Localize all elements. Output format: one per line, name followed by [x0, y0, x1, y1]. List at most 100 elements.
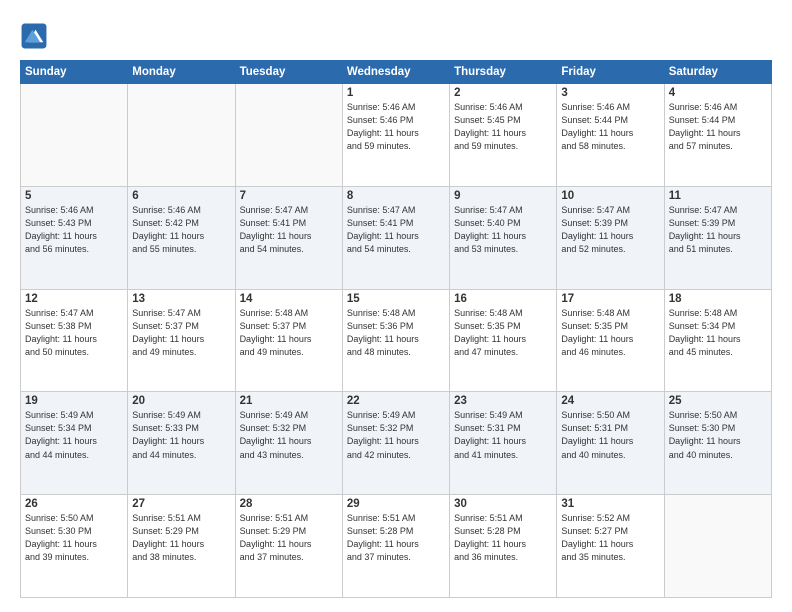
calendar-cell: 14 Sunrise: 5:48 AM Sunset: 5:37 PM Dayli…: [235, 289, 342, 392]
calendar-week-2: 5Sunrise: 5:46 AM Sunset: 5:43 PM Daylig…: [21, 186, 772, 289]
calendar-cell: 27 Sunrise: 5:51 AM Sunset: 5:29 PM Dayli…: [128, 495, 235, 598]
calendar-header-row: SundayMondayTuesdayWednesdayThursdayFrid…: [21, 61, 772, 84]
day-header-monday: Monday: [128, 61, 235, 84]
calendar-cell: 17Sunrise: 5:48 AM Sunset: 5:35 PM Dayli…: [557, 289, 664, 392]
day-info: Sunrise: 5:51 AM Sunset: 5:29 PM Dayligh…: [132, 512, 230, 564]
calendar-cell: [664, 495, 771, 598]
calendar-cell: [235, 84, 342, 187]
calendar-cell: 31 Sunrise: 5:52 AM Sunset: 5:27 PM Dayli…: [557, 495, 664, 598]
day-number: 26: [25, 498, 123, 510]
calendar-cell: 6Sunrise: 5:46 AM Sunset: 5:42 PM Daylig…: [128, 186, 235, 289]
calendar-cell: 30 Sunrise: 5:51 AM Sunset: 5:28 PM Dayli…: [450, 495, 557, 598]
day-header-tuesday: Tuesday: [235, 61, 342, 84]
day-info: Sunrise: 5:49 AM Sunset: 5:33 PM Dayligh…: [132, 409, 230, 461]
day-info: Sunrise: 5:49 AM Sunset: 5:31 PM Dayligh…: [454, 409, 552, 461]
day-number: 13: [132, 293, 230, 305]
day-number: 23: [454, 395, 552, 407]
day-number: 12: [25, 293, 123, 305]
page: SundayMondayTuesdayWednesdayThursdayFrid…: [0, 0, 792, 612]
calendar-cell: 16 Sunrise: 5:48 AM Sunset: 5:35 PM Dayli…: [450, 289, 557, 392]
day-number: 9: [454, 190, 552, 202]
day-info: Sunrise: 5:47 AM Sunset: 5:40 PM Dayligh…: [454, 204, 552, 256]
day-info: Sunrise: 5:47 AM Sunset: 5:41 PM Dayligh…: [347, 204, 445, 256]
day-info: Sunrise: 5:52 AM Sunset: 5:27 PM Dayligh…: [561, 512, 659, 564]
day-info: Sunrise: 5:49 AM Sunset: 5:34 PM Dayligh…: [25, 409, 123, 461]
calendar-table: SundayMondayTuesdayWednesdayThursdayFrid…: [20, 60, 772, 598]
day-number: 7: [240, 190, 338, 202]
calendar-cell: 1Sunrise: 5:46 AM Sunset: 5:46 PM Daylig…: [342, 84, 449, 187]
calendar-cell: 9 Sunrise: 5:47 AM Sunset: 5:40 PM Daylig…: [450, 186, 557, 289]
day-info: Sunrise: 5:47 AM Sunset: 5:37 PM Dayligh…: [132, 307, 230, 359]
day-info: Sunrise: 5:50 AM Sunset: 5:31 PM Dayligh…: [561, 409, 659, 461]
calendar-cell: [128, 84, 235, 187]
calendar-cell: 10 Sunrise: 5:47 AM Sunset: 5:39 PM Dayli…: [557, 186, 664, 289]
day-number: 20: [132, 395, 230, 407]
day-number: 15: [347, 293, 445, 305]
logo-icon: [20, 22, 48, 50]
day-number: 22: [347, 395, 445, 407]
day-number: 16: [454, 293, 552, 305]
calendar-cell: [21, 84, 128, 187]
day-info: Sunrise: 5:48 AM Sunset: 5:37 PM Dayligh…: [240, 307, 338, 359]
day-info: Sunrise: 5:46 AM Sunset: 5:42 PM Dayligh…: [132, 204, 230, 256]
day-info: Sunrise: 5:50 AM Sunset: 5:30 PM Dayligh…: [669, 409, 767, 461]
day-number: 30: [454, 498, 552, 510]
day-info: Sunrise: 5:51 AM Sunset: 5:28 PM Dayligh…: [454, 512, 552, 564]
header: [20, 18, 772, 50]
day-info: Sunrise: 5:46 AM Sunset: 5:44 PM Dayligh…: [561, 101, 659, 153]
day-number: 19: [25, 395, 123, 407]
day-info: Sunrise: 5:46 AM Sunset: 5:44 PM Dayligh…: [669, 101, 767, 153]
calendar-cell: 13 Sunrise: 5:47 AM Sunset: 5:37 PM Dayli…: [128, 289, 235, 392]
day-number: 11: [669, 190, 767, 202]
day-number: 24: [561, 395, 659, 407]
day-number: 21: [240, 395, 338, 407]
calendar-cell: 18Sunrise: 5:48 AM Sunset: 5:34 PM Dayli…: [664, 289, 771, 392]
day-info: Sunrise: 5:46 AM Sunset: 5:45 PM Dayligh…: [454, 101, 552, 153]
day-info: Sunrise: 5:51 AM Sunset: 5:29 PM Dayligh…: [240, 512, 338, 564]
calendar-cell: 20 Sunrise: 5:49 AM Sunset: 5:33 PM Dayli…: [128, 392, 235, 495]
calendar-week-1: 1Sunrise: 5:46 AM Sunset: 5:46 PM Daylig…: [21, 84, 772, 187]
day-header-thursday: Thursday: [450, 61, 557, 84]
calendar-cell: 28 Sunrise: 5:51 AM Sunset: 5:29 PM Dayli…: [235, 495, 342, 598]
day-number: 4: [669, 87, 767, 99]
day-header-wednesday: Wednesday: [342, 61, 449, 84]
day-number: 27: [132, 498, 230, 510]
day-info: Sunrise: 5:48 AM Sunset: 5:35 PM Dayligh…: [454, 307, 552, 359]
calendar-cell: 23 Sunrise: 5:49 AM Sunset: 5:31 PM Dayli…: [450, 392, 557, 495]
day-number: 29: [347, 498, 445, 510]
day-number: 8: [347, 190, 445, 202]
calendar-cell: 26 Sunrise: 5:50 AM Sunset: 5:30 PM Dayli…: [21, 495, 128, 598]
calendar-cell: 4 Sunrise: 5:46 AM Sunset: 5:44 PM Daylig…: [664, 84, 771, 187]
calendar-cell: 12 Sunrise: 5:47 AM Sunset: 5:38 PM Dayli…: [21, 289, 128, 392]
day-number: 14: [240, 293, 338, 305]
calendar-cell: 5Sunrise: 5:46 AM Sunset: 5:43 PM Daylig…: [21, 186, 128, 289]
day-info: Sunrise: 5:49 AM Sunset: 5:32 PM Dayligh…: [347, 409, 445, 461]
day-header-saturday: Saturday: [664, 61, 771, 84]
day-info: Sunrise: 5:47 AM Sunset: 5:39 PM Dayligh…: [669, 204, 767, 256]
calendar-cell: 8 Sunrise: 5:47 AM Sunset: 5:41 PM Daylig…: [342, 186, 449, 289]
day-info: Sunrise: 5:47 AM Sunset: 5:38 PM Dayligh…: [25, 307, 123, 359]
calendar-cell: 19 Sunrise: 5:49 AM Sunset: 5:34 PM Dayli…: [21, 392, 128, 495]
calendar-cell: 7 Sunrise: 5:47 AM Sunset: 5:41 PM Daylig…: [235, 186, 342, 289]
day-info: Sunrise: 5:51 AM Sunset: 5:28 PM Dayligh…: [347, 512, 445, 564]
day-info: Sunrise: 5:50 AM Sunset: 5:30 PM Dayligh…: [25, 512, 123, 564]
day-info: Sunrise: 5:49 AM Sunset: 5:32 PM Dayligh…: [240, 409, 338, 461]
calendar-week-3: 12 Sunrise: 5:47 AM Sunset: 5:38 PM Dayli…: [21, 289, 772, 392]
day-number: 10: [561, 190, 659, 202]
day-info: Sunrise: 5:48 AM Sunset: 5:34 PM Dayligh…: [669, 307, 767, 359]
logo: [20, 22, 52, 50]
calendar-cell: 11 Sunrise: 5:47 AM Sunset: 5:39 PM Dayli…: [664, 186, 771, 289]
day-number: 1: [347, 87, 445, 99]
day-number: 2: [454, 87, 552, 99]
calendar-cell: 21 Sunrise: 5:49 AM Sunset: 5:32 PM Dayli…: [235, 392, 342, 495]
calendar-cell: 22 Sunrise: 5:49 AM Sunset: 5:32 PM Dayli…: [342, 392, 449, 495]
day-number: 28: [240, 498, 338, 510]
day-number: 31: [561, 498, 659, 510]
calendar-cell: 2 Sunrise: 5:46 AM Sunset: 5:45 PM Daylig…: [450, 84, 557, 187]
day-number: 25: [669, 395, 767, 407]
day-info: Sunrise: 5:47 AM Sunset: 5:41 PM Dayligh…: [240, 204, 338, 256]
day-info: Sunrise: 5:46 AM Sunset: 5:43 PM Dayligh…: [25, 204, 123, 256]
calendar-cell: 25 Sunrise: 5:50 AM Sunset: 5:30 PM Dayli…: [664, 392, 771, 495]
day-info: Sunrise: 5:48 AM Sunset: 5:35 PM Dayligh…: [561, 307, 659, 359]
day-info: Sunrise: 5:47 AM Sunset: 5:39 PM Dayligh…: [561, 204, 659, 256]
